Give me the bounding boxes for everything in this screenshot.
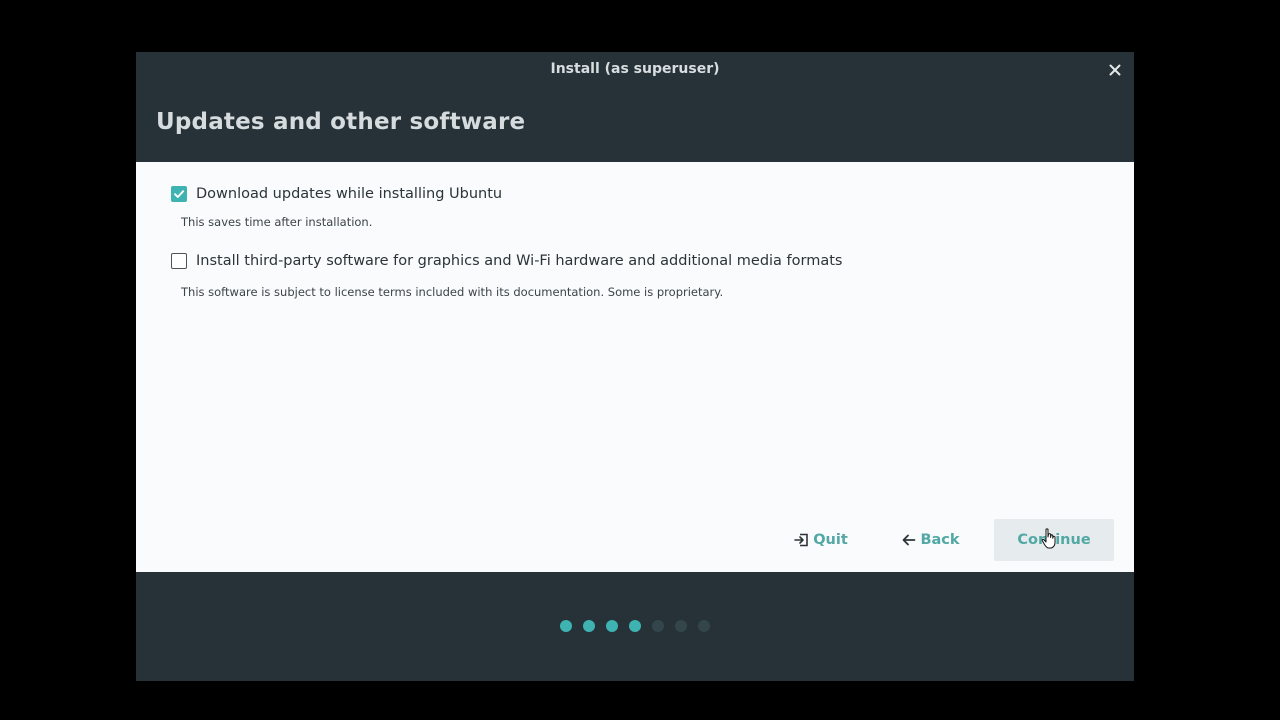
back-button[interactable]: Back (881, 519, 981, 561)
titlebar: Install (as superuser) (136, 52, 1134, 88)
third-party-software-option[interactable]: Install third-party software for graphic… (171, 253, 842, 269)
progress-dot (560, 620, 572, 632)
third-party-software-description: This software is subject to license term… (181, 285, 724, 299)
progress-steps (560, 620, 710, 632)
progress-dot (583, 620, 595, 632)
installer-window: Install (as superuser) Updates and other… (136, 52, 1134, 681)
page-title: Updates and other software (156, 109, 526, 135)
quit-button[interactable]: Quit (766, 519, 876, 561)
progress-dot (675, 620, 687, 632)
back-label: Back (920, 532, 960, 548)
checkmark-icon (174, 190, 185, 198)
arrow-left-icon (902, 534, 916, 546)
download-updates-description: This saves time after installation. (181, 215, 373, 229)
third-party-software-label[interactable]: Install third-party software for graphic… (196, 253, 842, 269)
content-panel: Download updates while installing Ubuntu… (136, 162, 1134, 572)
close-button[interactable] (1104, 59, 1126, 81)
quit-label: Quit (813, 532, 848, 548)
download-updates-label[interactable]: Download updates while installing Ubuntu (196, 186, 502, 202)
progress-dot (606, 620, 618, 632)
download-updates-checkbox[interactable] (171, 186, 187, 202)
progress-dot (698, 620, 710, 632)
progress-dot (652, 620, 664, 632)
mouse-cursor-icon (1041, 528, 1056, 549)
progress-dot (629, 620, 641, 632)
third-party-software-checkbox[interactable] (171, 253, 187, 269)
window-title: Install (as superuser) (550, 61, 720, 77)
close-icon (1109, 64, 1121, 76)
quit-icon (794, 533, 809, 547)
download-updates-option[interactable]: Download updates while installing Ubuntu (171, 186, 502, 202)
